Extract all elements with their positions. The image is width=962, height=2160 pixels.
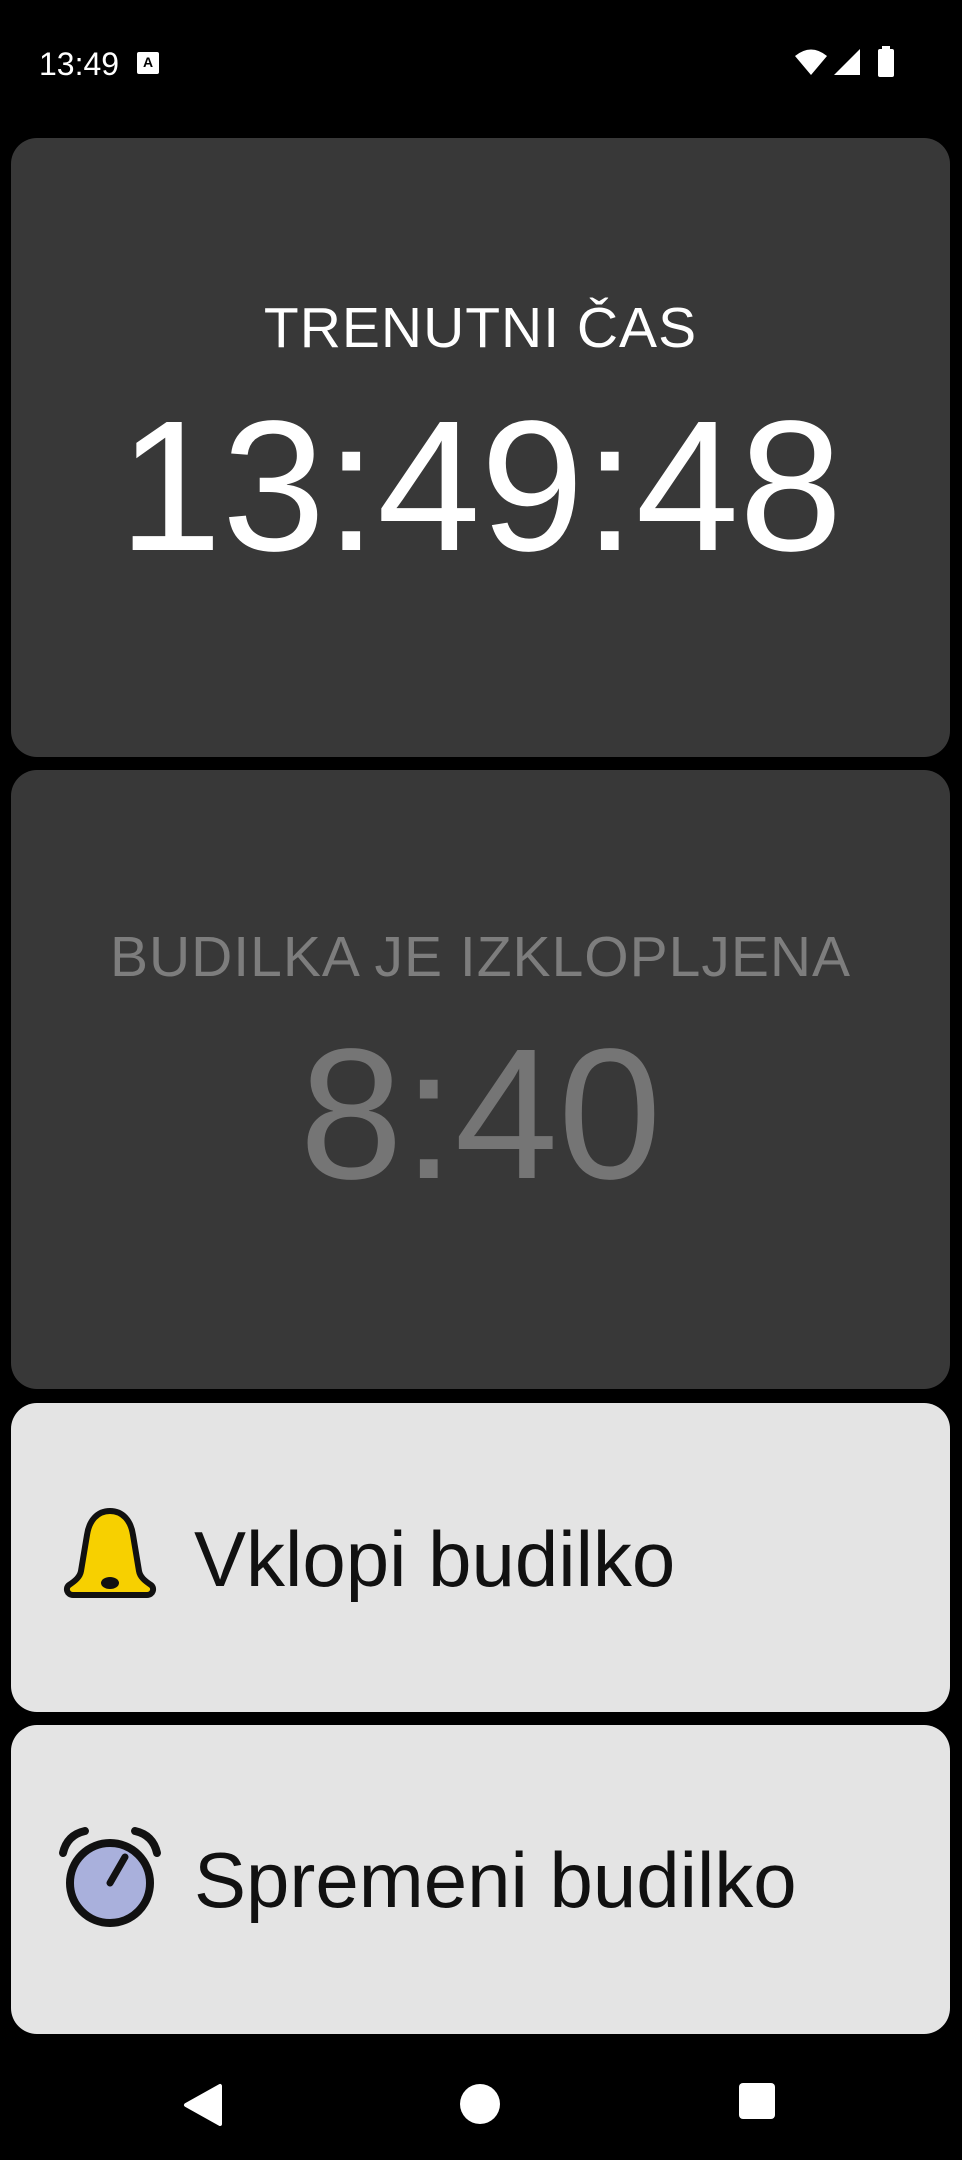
wifi-icon xyxy=(794,48,828,81)
alarm-clock-icon xyxy=(55,1823,165,1933)
change-alarm-label: Spremeni budilko xyxy=(194,1836,797,1924)
battery-icon xyxy=(877,46,895,83)
status-bar: 13:49 A xyxy=(0,0,962,125)
recents-icon[interactable] xyxy=(738,2082,776,2125)
navigation-bar xyxy=(0,2040,962,2160)
current-time-value: 13:49:48 xyxy=(118,383,843,590)
change-alarm-button[interactable]: Spremeni budilko xyxy=(11,1725,950,2034)
alarm-status-panel: BUDILKA JE IZKLOPLJENA 8:40 xyxy=(11,770,950,1389)
alarm-time-value: 8:40 xyxy=(299,1011,662,1218)
status-time: 13:49 xyxy=(39,46,120,82)
enable-alarm-button[interactable]: Vklopi budilko xyxy=(11,1403,950,1712)
bell-icon xyxy=(55,1503,165,1613)
alarm-status-label: BUDILKA JE IZKLOPLJENA xyxy=(109,925,852,989)
home-icon[interactable] xyxy=(458,2082,502,2131)
signal-icon xyxy=(832,48,862,81)
back-icon[interactable] xyxy=(180,2082,226,2133)
current-time-panel: TRENUTNI ČAS 13:49:48 xyxy=(11,138,950,757)
notification-a-icon: A xyxy=(136,51,160,75)
current-time-label: TRENUTNI ČAS xyxy=(263,296,698,360)
enable-alarm-label: Vklopi budilko xyxy=(194,1515,676,1603)
svg-text:A: A xyxy=(143,54,153,70)
